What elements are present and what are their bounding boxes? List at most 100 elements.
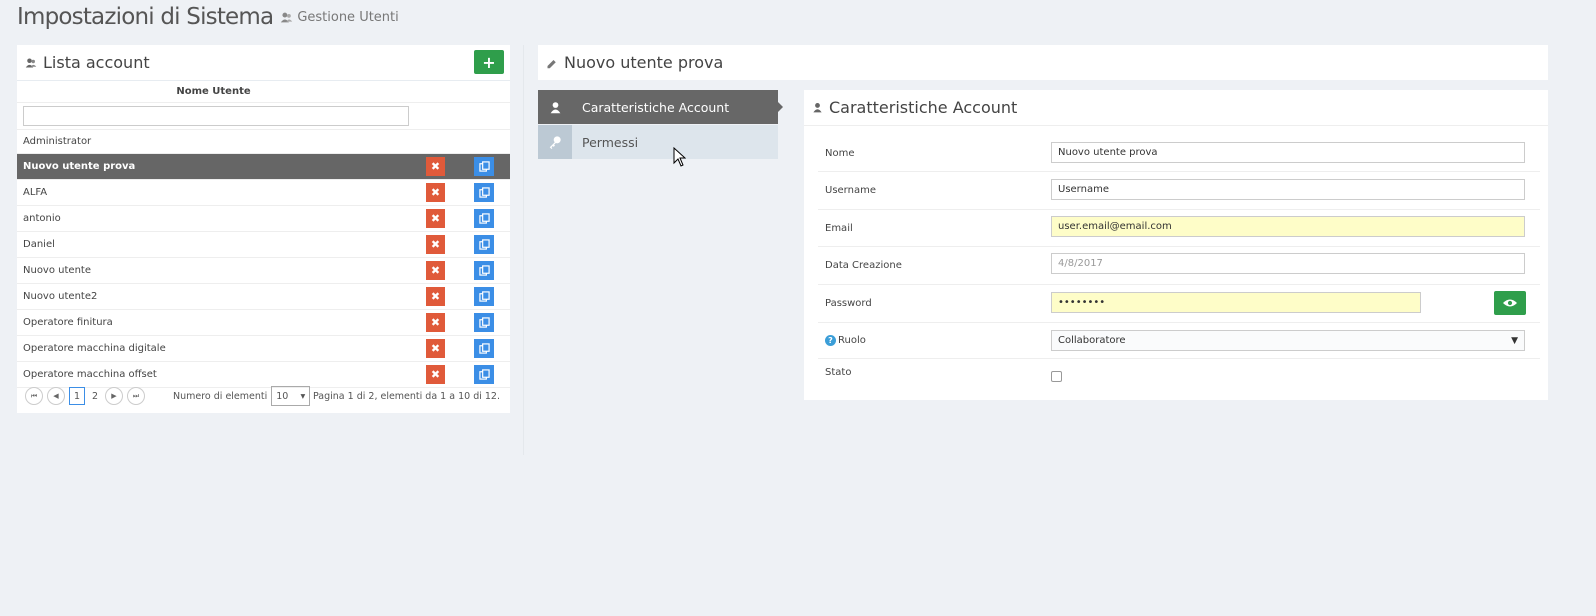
copy-icon [478, 265, 490, 276]
table-row[interactable]: Nuovo utente prova ✖ [17, 154, 510, 180]
delete-account-button[interactable]: ✖ [426, 209, 445, 228]
user-icon [538, 90, 572, 124]
pager-info: Pagina 1 di 2, elementi da 1 a 10 di 12. [312, 390, 500, 402]
copy-icon [478, 369, 490, 380]
close-icon: ✖ [430, 290, 441, 303]
copy-icon [478, 239, 490, 250]
delete-account-button[interactable]: ✖ [426, 287, 445, 306]
account-list-title: Lista account [43, 53, 150, 72]
account-name: Nuovo utente2 [23, 291, 98, 302]
username-filter-input[interactable] [23, 106, 409, 126]
account-name: Administrator [23, 136, 92, 147]
help-icon[interactable]: ? [825, 335, 836, 346]
tab-label: Caratteristiche Account [582, 99, 730, 115]
page-size-label: Numero di elementi [173, 390, 268, 402]
copy-account-button[interactable] [474, 157, 494, 176]
email-field[interactable]: user.email@email.com [1051, 216, 1525, 237]
copy-account-button[interactable] [474, 261, 494, 280]
ruolo-value: Collaboratore [1058, 335, 1126, 346]
page-subtitle-text: Gestione Utenti [297, 10, 399, 25]
table-row[interactable]: antonio ✖ [17, 206, 510, 232]
tab-caratteristiche-account[interactable]: Caratteristiche Account [538, 90, 783, 124]
data-creazione-label: Data Creazione [825, 260, 902, 271]
page-header: Impostazioni di Sistema Gestione Utenti [17, 4, 399, 30]
account-form-panel: Caratteristiche Account Nome Nuovo utent… [804, 90, 1548, 400]
delete-account-button[interactable]: ✖ [426, 235, 445, 254]
ruolo-label: Ruolo [838, 335, 866, 346]
plus-icon: + [482, 52, 496, 72]
copy-account-button[interactable] [474, 313, 494, 332]
page-2-button[interactable]: 2 [88, 388, 102, 404]
detail-tabs: Caratteristiche Account Permessi [538, 90, 783, 159]
tab-permessi[interactable]: Permessi [538, 125, 778, 159]
form-row-nome: Nome Nuovo utente prova [818, 135, 1540, 172]
show-password-button[interactable] [1494, 291, 1526, 315]
page-title: Impostazioni di Sistema [17, 4, 274, 30]
table-row[interactable]: Nuovo utente ✖ [17, 258, 510, 284]
delete-account-button[interactable]: ✖ [426, 313, 445, 332]
detail-title: Nuovo utente prova [564, 53, 724, 72]
users-icon [25, 58, 37, 67]
copy-icon [478, 187, 490, 198]
filter-row [17, 103, 510, 130]
table-row[interactable]: Daniel ✖ [17, 232, 510, 258]
page-subtitle: Gestione Utenti [280, 10, 399, 25]
password-field[interactable]: •••••••• [1051, 292, 1421, 313]
username-label: Username [825, 185, 876, 196]
tab-label: Permessi [582, 134, 639, 150]
form-header: Caratteristiche Account [804, 90, 1548, 126]
form-title: Caratteristiche Account [829, 98, 1018, 117]
ruolo-select[interactable]: Collaboratore ▼ [1051, 330, 1525, 351]
copy-account-button[interactable] [474, 183, 494, 202]
next-page-icon[interactable]: ▶ [105, 387, 123, 405]
copy-account-button[interactable] [474, 235, 494, 254]
add-account-button[interactable]: + [474, 50, 504, 74]
prev-page-icon[interactable]: ◀ [47, 387, 65, 405]
close-icon: ✖ [430, 238, 441, 251]
close-icon: ✖ [430, 368, 441, 381]
delete-account-button[interactable]: ✖ [426, 339, 445, 358]
page-1-button[interactable]: 1 [69, 387, 85, 405]
nome-field[interactable]: Nuovo utente prova [1051, 142, 1525, 163]
account-name: antonio [23, 213, 61, 224]
first-page-icon[interactable]: ⏮ [25, 387, 43, 405]
delete-account-button[interactable]: ✖ [426, 157, 445, 176]
account-rows: Administrator Nuovo utente prova ✖ ALFA ✖ ant… [17, 130, 510, 388]
page-size-value: 10 [276, 390, 289, 402]
table-row[interactable]: Nuovo utente2 ✖ [17, 284, 510, 310]
pager: ⏮ ◀ 1 2 ▶ ⏭ Numero di elementi 10 ▾ Pagi… [17, 381, 510, 411]
table-row[interactable]: ALFA ✖ [17, 180, 510, 206]
column-header-username[interactable]: Nome Utente [17, 81, 510, 103]
table-row[interactable]: Administrator [17, 130, 510, 154]
copy-account-button[interactable] [474, 339, 494, 358]
form-row-email: Email user.email@email.com [818, 210, 1540, 247]
panel-divider [523, 45, 524, 455]
stato-checkbox[interactable] [1051, 371, 1062, 382]
copy-icon [478, 343, 490, 354]
chevron-down-icon: ▼ [1511, 335, 1518, 346]
table-row[interactable]: Operatore macchina digitale ✖ [17, 336, 510, 362]
close-icon: ✖ [430, 264, 441, 277]
detail-header: Nuovo utente prova [538, 45, 1548, 80]
copy-account-button[interactable] [474, 287, 494, 306]
nome-label: Nome [825, 147, 855, 159]
account-name: Daniel [23, 239, 55, 250]
users-icon [281, 12, 293, 23]
email-label: Email [825, 222, 853, 234]
username-field[interactable]: Username [1051, 179, 1525, 200]
page-size-select[interactable]: 10 ▾ [271, 386, 311, 406]
delete-account-button[interactable]: ✖ [426, 261, 445, 280]
account-name: ALFA [23, 187, 48, 198]
account-name: Nuovo utente prova [23, 161, 136, 172]
user-icon [813, 103, 822, 113]
form-row-stato: Stato [818, 359, 1540, 391]
key-icon [538, 125, 572, 159]
delete-account-button[interactable]: ✖ [426, 183, 445, 202]
mouse-cursor-icon [673, 147, 686, 167]
last-page-icon[interactable]: ⏭ [127, 387, 145, 405]
copy-account-button[interactable] [474, 209, 494, 228]
close-icon: ✖ [430, 316, 441, 329]
copy-icon [478, 317, 490, 328]
close-icon: ✖ [430, 186, 441, 199]
table-row[interactable]: Operatore finitura ✖ [17, 310, 510, 336]
